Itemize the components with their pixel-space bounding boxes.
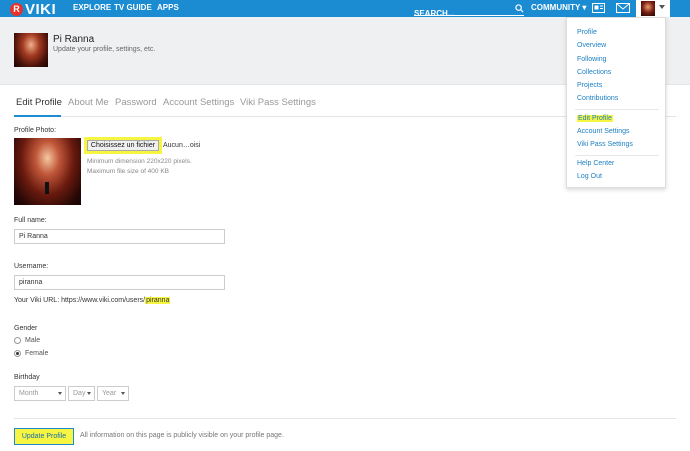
- profile-photo: [14, 138, 81, 205]
- viki-logo[interactable]: R VIKI: [10, 0, 57, 18]
- active-tab-indicator: [14, 115, 61, 117]
- menu-item-following[interactable]: Following: [577, 56, 607, 63]
- top-navigation-bar: R VIKI EXPLORE TV GUIDE APPS SEARCH... C…: [0, 0, 690, 18]
- notifications-icon[interactable]: [592, 3, 605, 13]
- menu-divider: [575, 109, 659, 110]
- search-icon[interactable]: [515, 4, 524, 13]
- viki-url-username: piranna: [145, 297, 171, 304]
- menu-item-collections[interactable]: Collections: [577, 69, 611, 76]
- form-divider: [14, 418, 676, 419]
- gender-female-option[interactable]: Female: [14, 350, 48, 357]
- viki-url-prefix: Your Viki URL: https://www.viki.com/user…: [14, 297, 146, 304]
- search-input[interactable]: SEARCH...: [414, 3, 524, 18]
- birthday-year-select[interactable]: Year: [97, 386, 129, 401]
- full-name-field[interactable]: Pi Ranna: [14, 229, 225, 244]
- profile-photo-label: Profile Photo:: [14, 127, 57, 134]
- community-label: COMMUNITY: [531, 3, 581, 12]
- viki-url: Your Viki URL: https://www.viki.com/user…: [14, 297, 171, 304]
- tab-password[interactable]: Password: [115, 97, 157, 108]
- profile-subtitle: Update your profile, settings, etc.: [53, 46, 156, 53]
- day-value: Day: [73, 390, 86, 397]
- mail-icon[interactable]: [616, 3, 630, 13]
- nav-apps[interactable]: APPS: [157, 3, 179, 12]
- gender-male-label[interactable]: Male: [25, 337, 40, 344]
- month-value: Month: [19, 390, 39, 397]
- gender-female-label[interactable]: Female: [25, 350, 48, 357]
- min-dimension-hint: Minimum dimension 220x220 pixels.: [87, 158, 192, 165]
- menu-item-profile[interactable]: Profile: [577, 29, 597, 36]
- chevron-down-icon: [121, 392, 125, 395]
- chevron-down-icon: ▾: [582, 3, 587, 12]
- birthday-label: Birthday: [14, 374, 40, 381]
- menu-divider: [575, 155, 659, 156]
- menu-item-overview[interactable]: Overview: [577, 42, 606, 49]
- gender-male-option[interactable]: Male: [14, 337, 40, 344]
- user-dropdown-menu: Profile Overview Following Collections P…: [566, 17, 666, 188]
- chevron-down-icon: [87, 392, 91, 395]
- menu-item-projects[interactable]: Projects: [577, 82, 602, 89]
- birthday-month-select[interactable]: Month: [14, 386, 66, 401]
- menu-item-viki-pass-settings[interactable]: Viki Pass Settings: [577, 141, 633, 148]
- public-visibility-note: All information on this page is publicly…: [80, 432, 284, 439]
- menu-item-edit-profile[interactable]: Edit Profile: [577, 115, 613, 122]
- logo-badge: R: [10, 2, 23, 16]
- tab-edit-profile[interactable]: Edit Profile: [16, 97, 62, 108]
- menu-item-account-settings[interactable]: Account Settings: [577, 128, 630, 135]
- choose-file-button[interactable]: Choisissez un fichier: [87, 140, 159, 151]
- profile-name[interactable]: Pi Ranna: [53, 34, 94, 45]
- file-name-text: Aucun…oisi: [163, 142, 201, 149]
- max-size-hint: Maximum file size of 400 KB: [87, 168, 170, 175]
- caret-down-icon[interactable]: [659, 5, 665, 9]
- gender-label: Gender: [14, 325, 38, 332]
- update-profile-button[interactable]: Update Profile: [14, 428, 74, 445]
- username-label: Username:: [14, 263, 49, 270]
- menu-item-help-center[interactable]: Help Center: [577, 160, 614, 167]
- profile-avatar[interactable]: [14, 33, 48, 67]
- menu-item-log-out[interactable]: Log Out: [577, 173, 602, 180]
- user-avatar[interactable]: [640, 0, 656, 17]
- tab-account-settings[interactable]: Account Settings: [163, 97, 234, 108]
- gender-male-radio[interactable]: [14, 337, 21, 344]
- gender-female-radio[interactable]: [14, 350, 21, 357]
- full-name-label: Full name:: [14, 217, 47, 224]
- tab-about-me[interactable]: About Me: [68, 97, 109, 108]
- logo-text: VIKI: [25, 0, 57, 18]
- nav-explore[interactable]: EXPLORE: [73, 3, 111, 12]
- nav-tv-guide[interactable]: TV GUIDE: [114, 3, 152, 12]
- birthday-day-select[interactable]: Day: [68, 386, 95, 401]
- username-field[interactable]: piranna: [14, 275, 225, 290]
- year-value: Year: [102, 390, 117, 397]
- nav-community[interactable]: COMMUNITY ▾: [531, 3, 586, 12]
- tab-viki-pass-settings[interactable]: Viki Pass Settings: [240, 97, 316, 108]
- menu-item-contributions[interactable]: Contributions: [577, 95, 618, 102]
- chevron-down-icon: [58, 392, 62, 395]
